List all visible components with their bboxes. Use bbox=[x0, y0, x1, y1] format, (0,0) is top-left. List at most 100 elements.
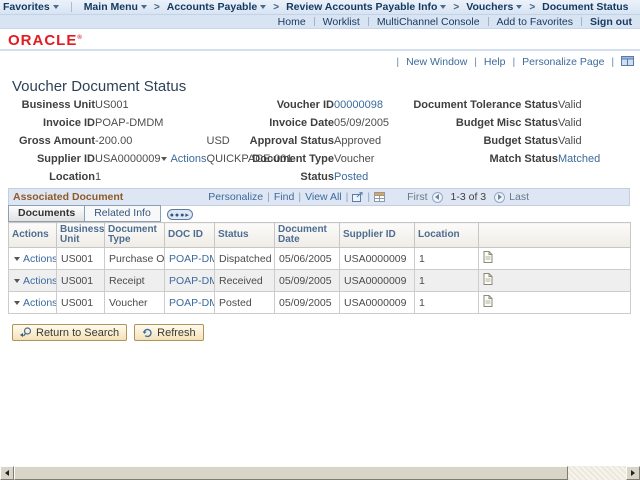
download-icon[interactable] bbox=[374, 192, 385, 202]
document-icon[interactable] bbox=[483, 273, 493, 285]
voucher-id-link[interactable]: 00000098 bbox=[334, 99, 383, 111]
breadcrumb-item-accounts-payable[interactable]: Accounts Payable bbox=[164, 1, 269, 13]
utility-links: | New Window | Help | Personalize Page | bbox=[392, 56, 634, 68]
cell-document-date: 05/09/2005 bbox=[275, 292, 340, 314]
pagination-last-label[interactable]: Last bbox=[509, 191, 529, 203]
previous-page-icon[interactable] bbox=[432, 192, 443, 203]
breadcrumb-item-document-status: Document Status bbox=[539, 1, 631, 13]
home-link[interactable]: Home bbox=[278, 16, 306, 28]
pagination-first-label[interactable]: First bbox=[407, 191, 427, 203]
main-menu[interactable]: Main Menu bbox=[81, 1, 150, 13]
cell-location: 1 bbox=[415, 270, 479, 292]
cell-document-type: Purchase Order bbox=[105, 248, 165, 270]
view-all-link[interactable]: View All bbox=[305, 191, 342, 203]
business-unit-value: US001 bbox=[95, 96, 207, 114]
help-link[interactable]: Help bbox=[484, 56, 506, 68]
document-tolerance-status-value: Valid bbox=[558, 96, 600, 114]
cell-document-date: 05/06/2005 bbox=[275, 248, 340, 270]
personalize-page-link[interactable]: Personalize Page bbox=[522, 56, 604, 68]
chevron-down-icon bbox=[440, 5, 446, 9]
actions-dropdown-icon[interactable] bbox=[161, 157, 167, 161]
breadcrumb-divider bbox=[71, 2, 72, 12]
row-actions-link[interactable]: Actions bbox=[23, 253, 57, 265]
add-to-favorites-link[interactable]: Add to Favorites bbox=[497, 16, 573, 28]
col-status: Status bbox=[215, 223, 275, 248]
supplier-id-label: Supplier ID bbox=[10, 150, 95, 168]
scroll-right-icon bbox=[631, 470, 635, 476]
row-actions-link[interactable]: Actions bbox=[23, 297, 57, 309]
header-link-divider bbox=[368, 17, 369, 26]
zoom-grid-icon[interactable] bbox=[352, 192, 363, 202]
toolbar: Return to Search Refresh bbox=[12, 324, 204, 341]
field-group-middle: Voucher ID00000098 Invoice Date05/09/200… bbox=[240, 96, 389, 186]
cell-business-unit: US001 bbox=[57, 270, 105, 292]
scroll-left-button[interactable] bbox=[0, 466, 14, 480]
horizontal-scrollbar[interactable] bbox=[0, 466, 640, 480]
budget-status-label: Budget Status bbox=[408, 132, 558, 150]
show-all-tabs-icon[interactable]: ●●●▸ bbox=[167, 209, 193, 220]
match-status-link[interactable]: Matched bbox=[558, 153, 600, 165]
grid-header-bar: Associated Document Personalize | Find |… bbox=[8, 188, 630, 206]
next-page-icon[interactable] bbox=[494, 192, 505, 203]
match-status-label: Match Status bbox=[408, 150, 558, 168]
breadcrumb-item-vouchers[interactable]: Vouchers bbox=[463, 1, 525, 13]
cell-supplier-id: USA0000009 bbox=[340, 270, 415, 292]
row-actions-dropdown-icon[interactable] bbox=[14, 279, 20, 283]
cell-business-unit: US001 bbox=[57, 248, 105, 270]
row-actions-link[interactable]: Actions bbox=[23, 275, 57, 287]
return-to-search-button[interactable]: Return to Search bbox=[12, 324, 127, 341]
budget-misc-status-label: Budget Misc Status bbox=[408, 114, 558, 132]
sign-out-link[interactable]: Sign out bbox=[590, 16, 632, 28]
col-supplier-id: Supplier ID bbox=[340, 223, 415, 248]
table-header-row: Actions Business Unit Document Type DOC … bbox=[9, 223, 631, 248]
col-document-date: Document Date bbox=[275, 223, 340, 248]
tab-related-info[interactable]: Related Info bbox=[85, 205, 161, 222]
doc-id-link[interactable]: POAP-DM bbox=[169, 253, 215, 265]
main-menu-label: Main Menu bbox=[84, 1, 138, 13]
new-window-link[interactable]: New Window bbox=[406, 56, 467, 68]
scroll-right-button[interactable] bbox=[626, 466, 640, 480]
grid-tab-row: Documents Related Info ●●●▸ bbox=[8, 206, 630, 222]
cell-location: 1 bbox=[415, 292, 479, 314]
col-actions: Actions bbox=[9, 223, 57, 248]
row-actions-dropdown-icon[interactable] bbox=[14, 257, 20, 261]
refresh-button[interactable]: Refresh bbox=[134, 324, 204, 341]
row-actions-dropdown-icon[interactable] bbox=[14, 301, 20, 305]
chevron-down-icon bbox=[53, 5, 59, 9]
cell-status: Posted bbox=[215, 292, 275, 314]
page-layout-icon[interactable] bbox=[621, 56, 634, 66]
status-link[interactable]: Posted bbox=[334, 171, 368, 183]
table-row: Actions US001 Receipt POAP-DM Received 0… bbox=[9, 270, 631, 292]
multichannel-console-link[interactable]: MultiChannel Console bbox=[377, 16, 480, 28]
supplier-actions-link[interactable]: Actions bbox=[170, 153, 206, 165]
document-icon[interactable] bbox=[483, 251, 493, 263]
worklist-link[interactable]: Worklist bbox=[323, 16, 360, 28]
doc-id-link[interactable]: POAP-DM bbox=[169, 275, 215, 287]
col-doc-id: DOC ID bbox=[165, 223, 215, 248]
documents-table: Actions Business Unit Document Type DOC … bbox=[8, 222, 631, 314]
favorites-label: Favorites bbox=[3, 1, 50, 13]
approval-status-value: Approved bbox=[334, 132, 389, 150]
favorites-menu[interactable]: Favorites bbox=[0, 1, 62, 13]
cell-document-type: Receipt bbox=[105, 270, 165, 292]
approval-status-label: Approval Status bbox=[240, 132, 334, 150]
status-label: Status bbox=[240, 168, 334, 186]
find-link[interactable]: Find bbox=[274, 191, 294, 203]
personalize-link[interactable]: Personalize bbox=[208, 191, 263, 203]
breadcrumb-item-review-ap-info[interactable]: Review Accounts Payable Info bbox=[283, 1, 449, 13]
business-unit-label: Business Unit bbox=[10, 96, 95, 114]
scrollbar-thumb[interactable] bbox=[14, 466, 568, 480]
voucher-id-label: Voucher ID bbox=[240, 96, 334, 114]
table-row: Actions US001 Voucher POAP-DM Posted 05/… bbox=[9, 292, 631, 314]
utility-separator: | bbox=[396, 56, 399, 68]
tab-documents[interactable]: Documents bbox=[8, 205, 85, 222]
breadcrumb-separator: > bbox=[453, 2, 459, 13]
oracle-logo: ORACLE® bbox=[8, 32, 83, 49]
gross-amount-value: -200.00 bbox=[95, 132, 207, 150]
doc-id-link[interactable]: POAP-DM bbox=[169, 297, 215, 309]
document-icon[interactable] bbox=[483, 295, 493, 307]
breadcrumb-separator: > bbox=[273, 2, 279, 13]
utility-separator: | bbox=[512, 56, 515, 68]
application-window: Favorites Main Menu > Accounts Payable >… bbox=[0, 0, 640, 480]
location-value: 1 bbox=[95, 168, 207, 186]
